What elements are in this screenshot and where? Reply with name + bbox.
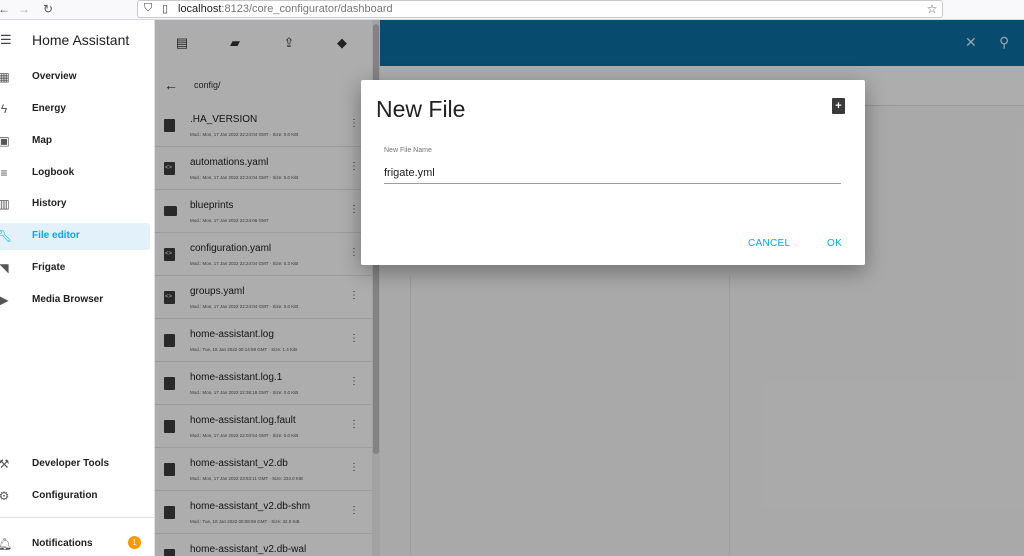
cctv-icon: ◥: [0, 261, 9, 275]
browser-toolbar: ← → ↻ ⛉ ▯ localhost:8123/core_configurat…: [0, 0, 1024, 20]
dashboard-icon: ▦: [0, 70, 10, 84]
sidebar-item-history[interactable]: ▥ History: [0, 191, 150, 218]
sidebar-item-media-browser[interactable]: ▶ Media Browser: [0, 287, 150, 314]
cog-icon: ⚙: [0, 489, 10, 503]
sidebar-item-label: Developer Tools: [32, 458, 110, 469]
sidebar-item-logbook[interactable]: ≡ Logbook: [0, 160, 150, 187]
sidebar-item-label: Media Browser: [32, 294, 104, 305]
wrench-icon: 🔧︎: [0, 229, 13, 243]
list-icon: ≡: [0, 166, 8, 180]
sidebar-item-label: Logbook: [32, 167, 75, 178]
notification-badge: 1: [128, 536, 141, 549]
shield-icon: ⛉: [144, 2, 153, 14]
chart-icon: ▥: [0, 197, 10, 211]
sidebar-item-developer-tools[interactable]: ⚒ Developer Tools: [0, 451, 150, 478]
lightning-icon: ϟ: [0, 102, 8, 116]
forward-arrow-icon[interactable]: →: [16, 1, 32, 17]
sidebar-item-frigate[interactable]: ◥ Frigate: [0, 255, 150, 282]
new-file-name-label: New File Name: [384, 147, 432, 154]
reload-icon[interactable]: ↻: [40, 1, 56, 17]
url-text: localhost:8123/core_configurator/dashboa…: [178, 3, 393, 15]
sidebar-item-label: Configuration: [32, 490, 98, 501]
menu-icon[interactable]: ☰: [0, 32, 12, 48]
sidebar-item-file-editor[interactable]: 🔧︎ File editor: [0, 223, 150, 250]
sidebar-item-label: Frigate: [32, 262, 66, 273]
star-icon[interactable]: ☆: [924, 1, 940, 17]
new-file-dialog: New File + New File Name CANCEL OK: [361, 80, 865, 265]
dialog-title: New File: [376, 96, 466, 122]
bell-icon: 🔔︎: [0, 537, 13, 551]
sidebar-item-overview[interactable]: ▦ Overview: [0, 64, 150, 91]
sidebar-item-notifications[interactable]: 🔔︎ Notifications 1: [0, 531, 150, 556]
app-title: Home Assistant: [32, 32, 130, 48]
address-bar[interactable]: ⛉ ▯ localhost:8123/core_configurator/das…: [137, 0, 943, 18]
page-icon: ▯: [162, 3, 169, 15]
new-file-icon: +: [832, 98, 845, 114]
new-file-name-input[interactable]: [384, 162, 841, 184]
sidebar-item-energy[interactable]: ϟ Energy: [0, 96, 150, 123]
hammer-icon: ⚒: [0, 457, 10, 471]
sidebar-item-label: File editor: [32, 230, 80, 241]
map-icon: ▣: [0, 134, 10, 148]
cancel-button[interactable]: CANCEL: [748, 238, 790, 249]
sidebar-item-label: Overview: [32, 71, 77, 82]
sidebar: ☰ Home Assistant ▦ Overview ϟ Energy ▣ M…: [0, 20, 155, 556]
sidebar-item-label: Notifications: [32, 538, 93, 549]
sidebar-item-configuration[interactable]: ⚙ Configuration: [0, 483, 150, 510]
sidebar-divider: [0, 517, 155, 518]
sidebar-item-map[interactable]: ▣ Map: [0, 128, 150, 155]
play-icon: ▶: [0, 293, 9, 307]
sidebar-item-label: Map: [32, 135, 52, 146]
sidebar-item-label: History: [32, 198, 67, 209]
sidebar-item-label: Energy: [32, 103, 66, 114]
sidebar-header: ☰ Home Assistant: [0, 20, 155, 61]
back-arrow-icon[interactable]: ←: [0, 1, 12, 17]
ok-button[interactable]: OK: [827, 238, 842, 249]
